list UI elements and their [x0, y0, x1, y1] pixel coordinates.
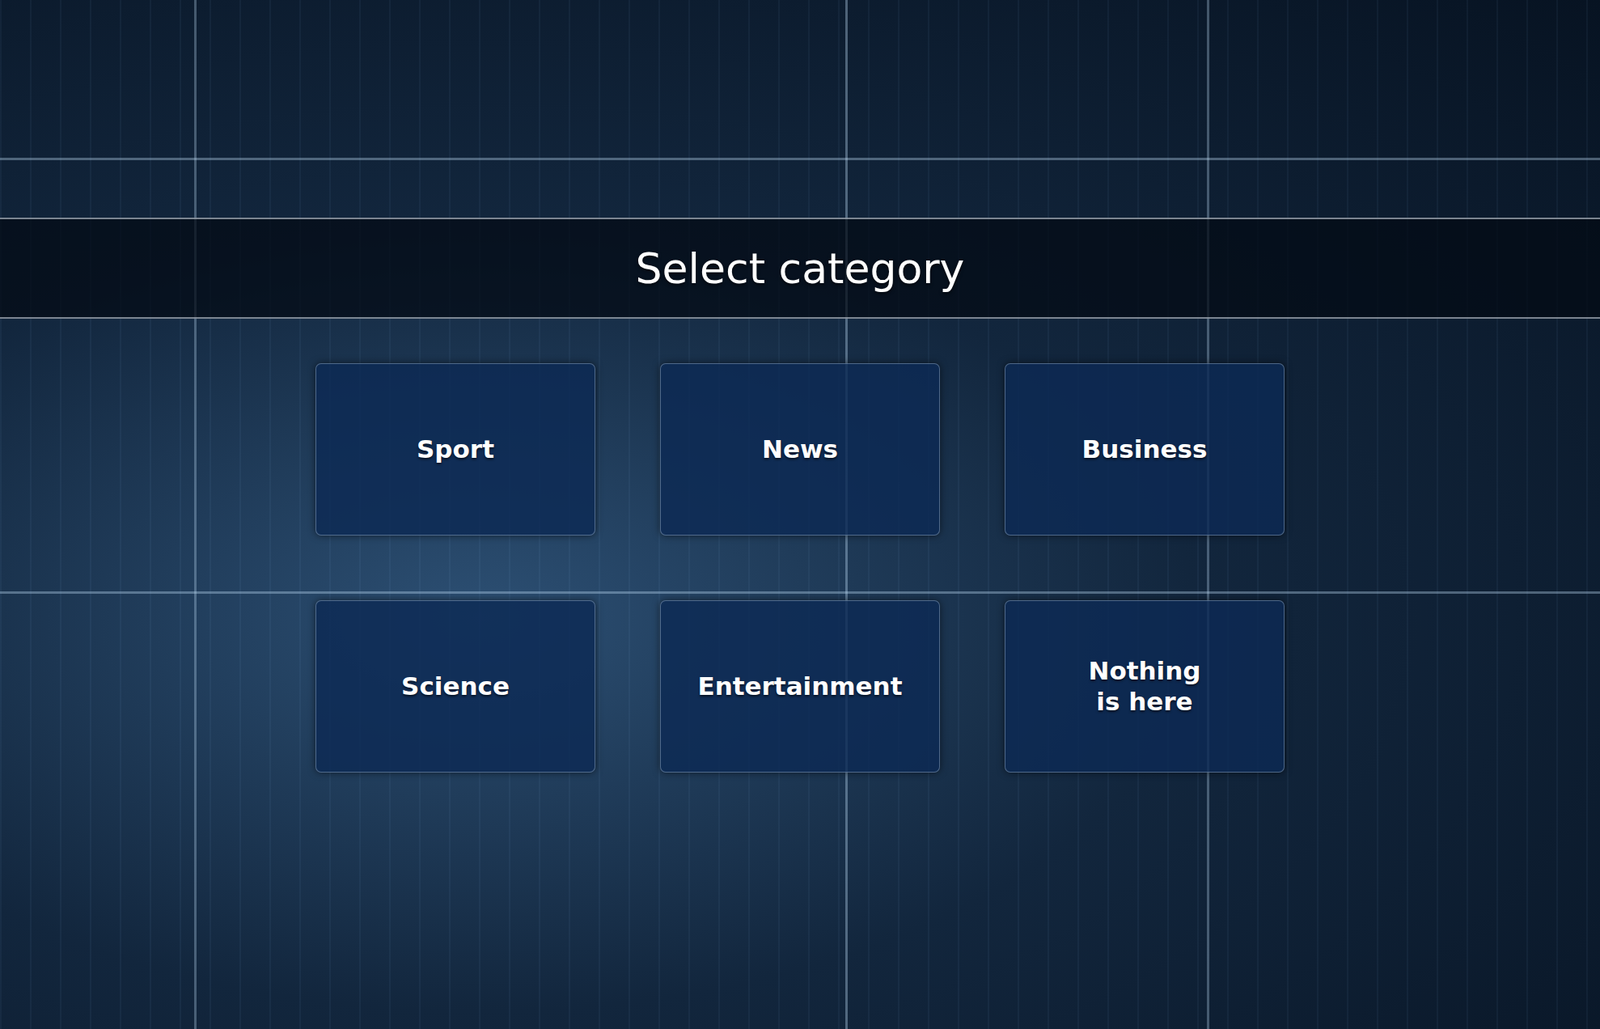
- category-page: Select category Sport News Business Science E…: [0, 0, 1600, 1029]
- category-label: News: [761, 434, 839, 465]
- category-label: Entertainment: [697, 671, 902, 702]
- category-label: Science: [401, 671, 510, 702]
- category-card[interactable]: News: [660, 363, 940, 536]
- category-label: Sport: [416, 434, 495, 465]
- title-band: Select category: [0, 217, 1600, 319]
- category-card[interactable]: Entertainment: [660, 600, 940, 773]
- category-label: Business: [1082, 434, 1208, 465]
- category-card[interactable]: Business: [1004, 363, 1285, 536]
- category-card[interactable]: Science: [315, 600, 596, 773]
- category-grid: Sport News Business Science Entertainment Not…: [315, 363, 1285, 773]
- category-card[interactable]: Sport: [315, 363, 596, 536]
- category-card[interactable]: Nothing is here: [1004, 600, 1285, 773]
- category-label: Nothing is here: [1087, 656, 1201, 716]
- page-title: Select category: [635, 244, 966, 293]
